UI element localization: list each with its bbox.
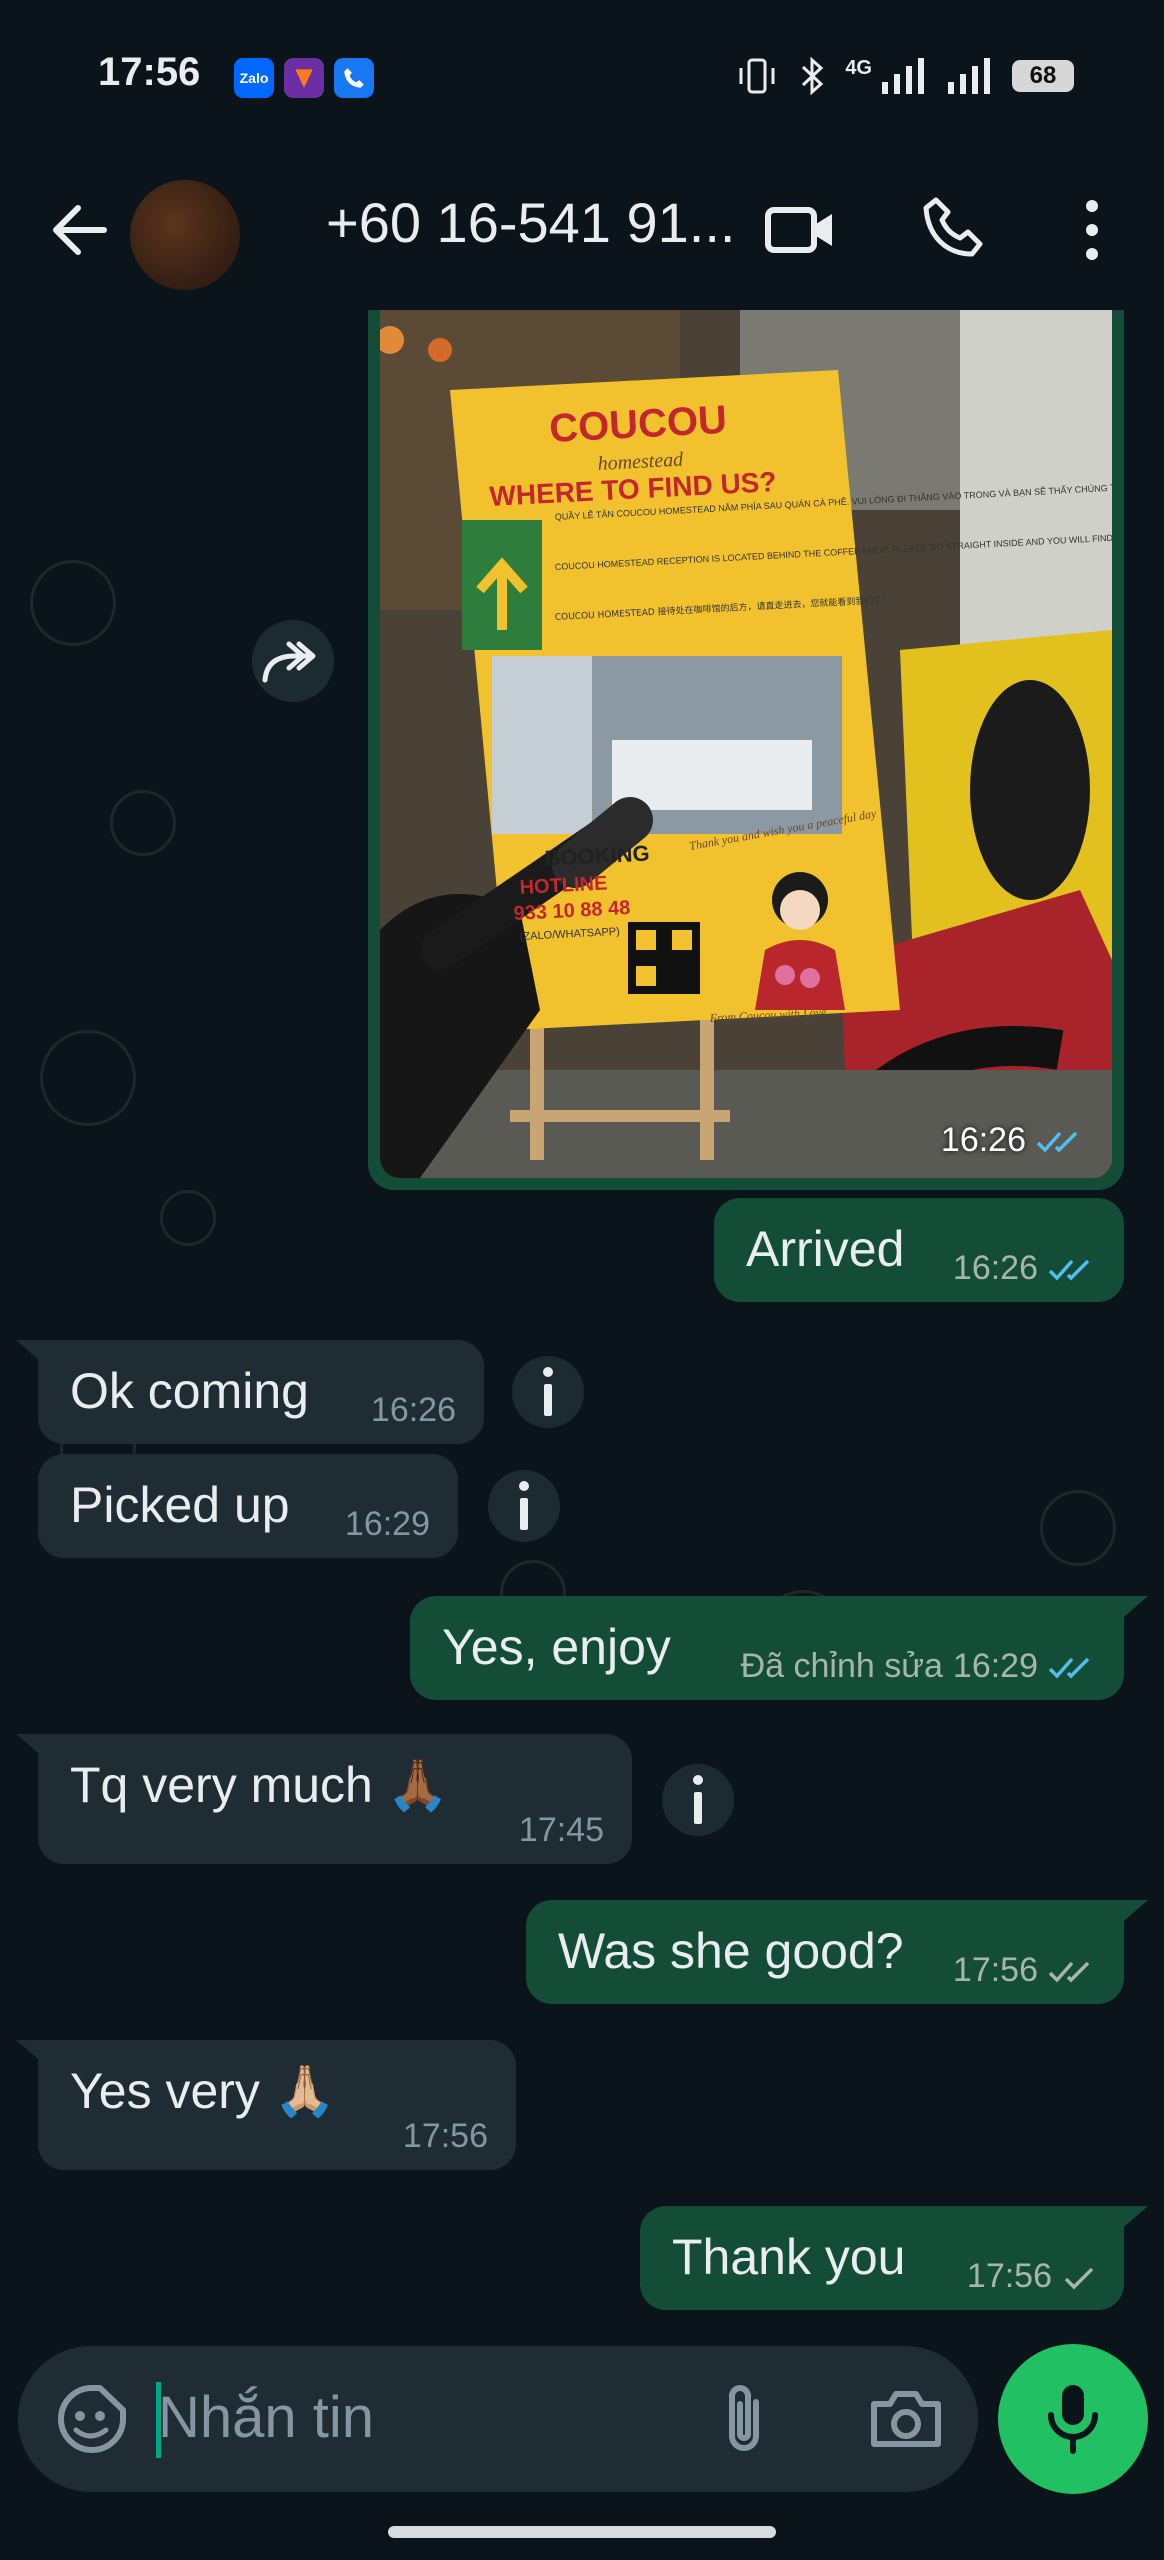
photo-scene: COUCOU homestead WHERE TO FIND US? QUẦY … (380, 310, 1112, 1178)
message-yes-enjoy[interactable]: Yes, enjoy Đã chỉnh sửa 16:29 (410, 1596, 1124, 1700)
wallpaper-doodle (30, 560, 116, 646)
camera-icon[interactable] (868, 2386, 944, 2450)
sign-brand: COUCOU (548, 398, 728, 451)
read-ticks-icon (1048, 1259, 1090, 1281)
read-ticks-icon (1036, 1131, 1078, 1153)
image-time: 16:26 (940, 1121, 1026, 1159)
voice-call-icon[interactable] (916, 190, 996, 270)
message-time: 16:29 (344, 1505, 430, 1543)
forward-icon (262, 641, 316, 683)
more-vert-icon[interactable] (1052, 190, 1132, 270)
phone-app-icon (334, 58, 374, 98)
message-text: Yes very 🙏🏼 (70, 2063, 337, 2119)
message-meta: 17:56 (967, 2257, 1096, 2296)
info-icon (693, 1775, 703, 1824)
vibrate-icon (739, 58, 775, 94)
wallpaper-doodle (1040, 1490, 1116, 1566)
message-meta: 17:56 (953, 1951, 1096, 1990)
read-ticks-icon (1048, 1657, 1090, 1679)
microphone-icon (1048, 2385, 1098, 2454)
signal-icon-2 (948, 58, 990, 94)
edited-label: Đã chỉnh sửa (740, 1647, 943, 1685)
message-time: 17:56 (966, 2257, 1052, 2295)
status-right: 4G 68 (735, 56, 1074, 96)
network-type: 4G (845, 56, 872, 79)
message-text: Was she good? (558, 1923, 904, 1979)
message-time: 16:26 (952, 1249, 1038, 1287)
message-meta: Đã chỉnh sửa 16:29 (741, 1647, 1096, 1686)
message-text: Tq very much 🙏🏾 (70, 1757, 450, 1813)
chat-area: COUCOU homestead WHERE TO FIND US? QUẦY … (0, 310, 1164, 2330)
message-tq[interactable]: Tq very much 🙏🏾 17:45 (38, 1734, 632, 1864)
status-bar: 17:56 Zalo 4G 68 (0, 0, 1164, 150)
chat-header: +60 16-541 91... (0, 150, 1164, 310)
contact-name[interactable]: +60 16-541 91... (326, 190, 735, 255)
message-picked-up[interactable]: Picked up 16:29 (38, 1454, 458, 1558)
forward-button[interactable] (252, 620, 334, 702)
photo-coucou-sign[interactable]: COUCOU homestead WHERE TO FIND US? QUẦY … (380, 310, 1112, 1178)
avatar[interactable] (130, 180, 240, 290)
message-time: 17:56 (402, 2117, 488, 2155)
zalo-icon: Zalo (234, 58, 274, 98)
attach-icon[interactable] (716, 2380, 776, 2460)
sticker-icon[interactable] (52, 2380, 130, 2458)
sent-tick-icon (1064, 2267, 1094, 2289)
message-time: 16:29 (952, 1647, 1038, 1685)
message-meta: 17:45 (519, 1811, 604, 1850)
message-text: Picked up (70, 1477, 290, 1533)
message-yes-very[interactable]: Yes very 🙏🏼 17:56 (38, 2040, 516, 2170)
message-time: 17:45 (518, 1811, 604, 1849)
wallpaper-doodle (160, 1190, 216, 1246)
message-thank-you[interactable]: Thank you 17:56 (640, 2206, 1124, 2310)
video-call-icon[interactable] (760, 190, 840, 270)
sign-hotline: HOTLINE (519, 872, 608, 899)
voice-record-button[interactable] (998, 2344, 1148, 2494)
message-was-she-good[interactable]: Was she good? 17:56 (526, 1900, 1124, 2004)
message-time: 16:26 (370, 1391, 456, 1429)
message-input[interactable]: Nhắn tin (158, 2384, 374, 2451)
message-text: Ok coming (70, 1363, 309, 1419)
message-composer[interactable]: Nhắn tin (18, 2346, 978, 2492)
back-arrow-icon[interactable] (44, 194, 116, 266)
status-time: 17:56 (98, 50, 201, 94)
message-meta: 16:26 (953, 1249, 1096, 1288)
bluetooth-icon (802, 56, 824, 96)
image-message[interactable]: COUCOU homestead WHERE TO FIND US? QUẦY … (368, 310, 1124, 1190)
info-button[interactable] (512, 1356, 584, 1428)
info-icon (543, 1367, 553, 1416)
message-meta: 16:26 (371, 1391, 456, 1430)
message-meta: 16:29 (345, 1505, 430, 1544)
wallpaper-doodle (40, 1030, 136, 1126)
delivered-ticks-icon (1048, 1961, 1090, 1983)
message-text: Yes, enjoy (442, 1619, 671, 1675)
message-text: Thank you (672, 2229, 906, 2285)
message-arrived[interactable]: Arrived 16:26 (714, 1198, 1124, 1302)
info-button[interactable] (662, 1764, 734, 1836)
signal-icon (882, 58, 924, 94)
battery-indicator: 68 (1012, 60, 1074, 92)
info-button[interactable] (488, 1470, 560, 1542)
home-indicator[interactable] (388, 2526, 776, 2538)
shield-app-icon (284, 58, 324, 98)
message-text: Arrived (746, 1221, 905, 1277)
message-ok-coming[interactable]: Ok coming 16:26 (38, 1340, 484, 1444)
message-meta: 17:56 (403, 2117, 488, 2156)
info-icon (519, 1481, 529, 1530)
message-time: 17:56 (952, 1951, 1038, 1989)
image-meta: 16:26 (941, 1121, 1084, 1160)
wallpaper-doodle (110, 790, 176, 856)
